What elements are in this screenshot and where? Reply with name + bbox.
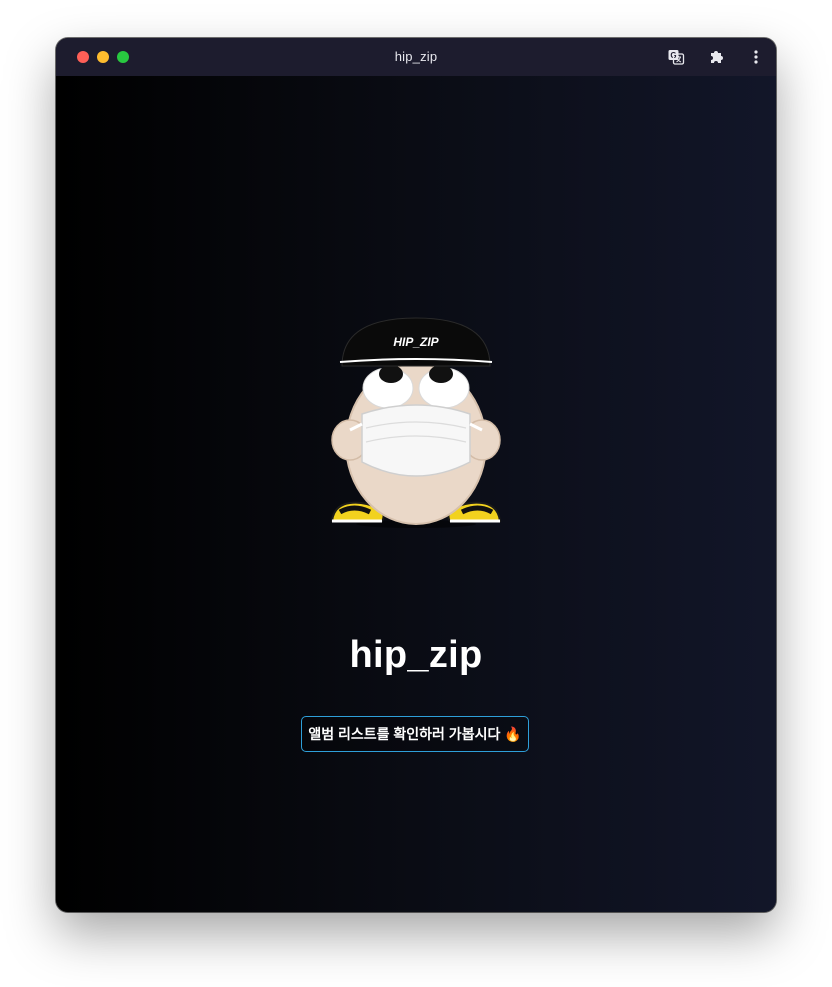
page-title: hip_zip bbox=[349, 634, 483, 676]
page-content: HIP_ZIP hip_zip 앨범 리스트를 확인하러 가봅시다 🔥 bbox=[56, 76, 776, 912]
extensions-icon[interactable] bbox=[706, 47, 726, 67]
view-album-list-button[interactable]: 앨범 리스트를 확인하러 가봅시다 🔥 bbox=[301, 716, 529, 752]
browser-window: hip_zip G HIP_ZIP hip_zip 앨범 리스트를 확인하러 가… bbox=[56, 38, 776, 912]
translate-icon[interactable]: G bbox=[666, 47, 686, 67]
hat-text: HIP_ZIP bbox=[393, 335, 439, 349]
more-menu-icon[interactable] bbox=[746, 47, 766, 67]
title-bar: hip_zip G bbox=[56, 38, 776, 77]
mascot-image: HIP_ZIP bbox=[326, 316, 506, 531]
